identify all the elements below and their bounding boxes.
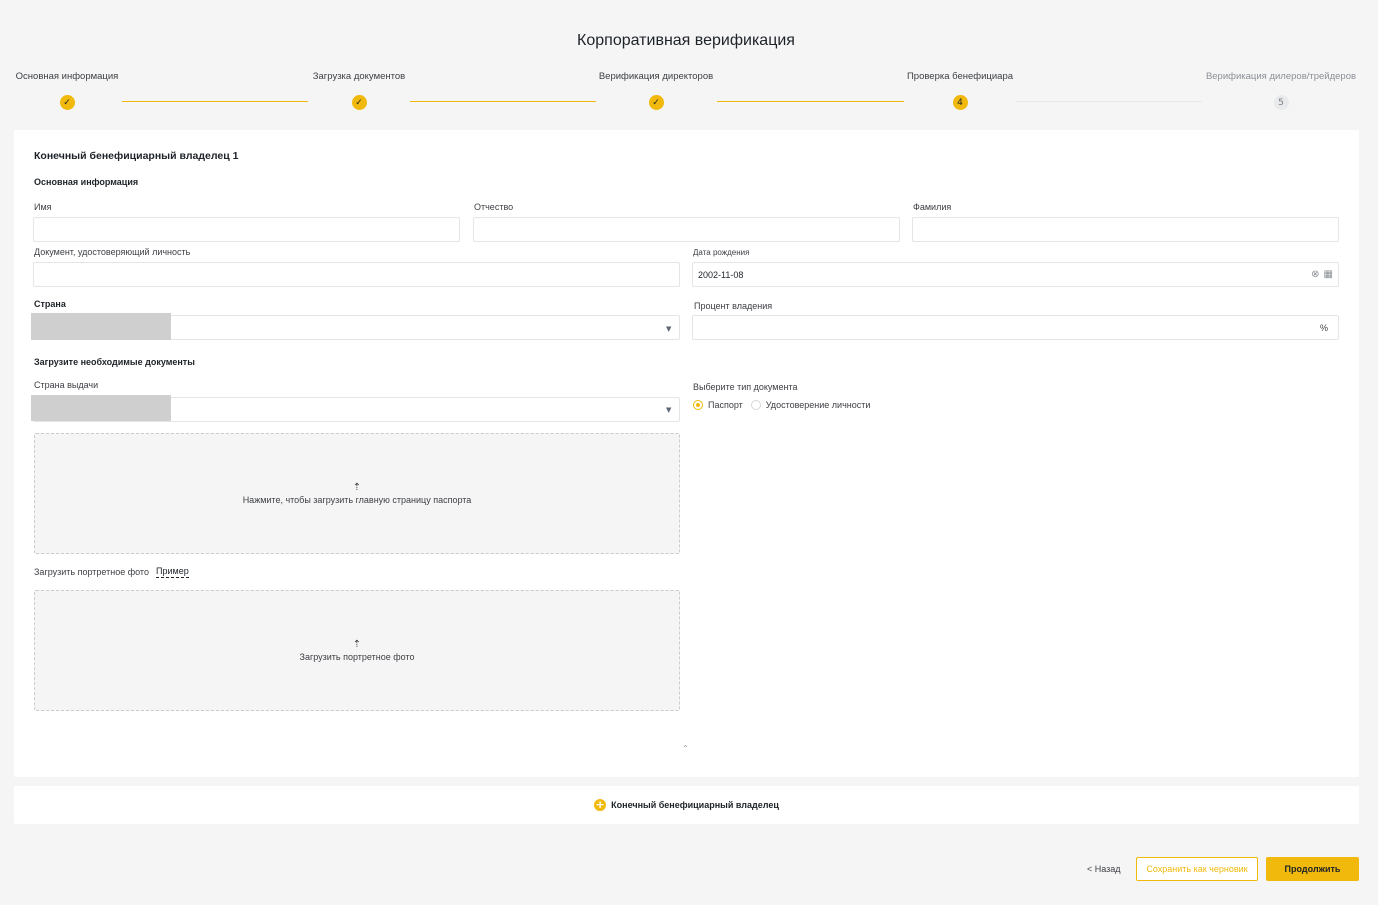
first-name-input[interactable] xyxy=(33,217,460,242)
patronymic-input[interactable] xyxy=(473,217,900,242)
patronymic-label: Отчество xyxy=(474,202,514,212)
step-directors-verification[interactable]: Верификация директоров ✓ xyxy=(556,71,756,110)
birth-date-picker[interactable]: 2002-11-08 ⊗ ▦ xyxy=(692,262,1339,287)
ownership-label: Процент владения xyxy=(694,301,773,311)
step-label: Загрузка документов xyxy=(312,71,406,82)
id-document-input[interactable] xyxy=(33,262,680,287)
issue-country-label: Страна выдачи xyxy=(34,380,99,390)
owner-title: Конечный бенефициарный владелец 1 xyxy=(34,150,239,162)
portrait-upload-text: Загрузить портретное фото xyxy=(299,651,415,662)
percent-suffix: % xyxy=(1319,322,1328,333)
redacted-area xyxy=(31,395,171,421)
portrait-label: Загрузить портретное фото xyxy=(34,567,149,577)
clear-icon[interactable]: ⊗ xyxy=(1311,269,1319,280)
step-label: Верификация дилеров/трейдеров xyxy=(1205,71,1357,82)
step-number-badge: 5 xyxy=(1273,95,1289,110)
passport-upload-text: Нажмите, чтобы загрузить главную страниц… xyxy=(242,494,472,505)
documents-title: Загрузите необходимые документы xyxy=(34,357,195,367)
doc-type-label: Выберите тип документа xyxy=(693,382,798,392)
back-button[interactable]: < Назад xyxy=(1087,864,1121,874)
check-icon: ✓ xyxy=(351,95,367,110)
add-owner-label: Конечный бенефициарный владелец xyxy=(611,800,779,810)
country-label: Страна xyxy=(34,299,66,309)
step-number-badge: 4 xyxy=(952,95,968,110)
continue-button[interactable]: Продолжить xyxy=(1266,857,1359,881)
doc-type-passport-option[interactable]: Паспорт xyxy=(693,400,743,410)
add-owner-button[interactable]: + Конечный бенефициарный владелец xyxy=(14,786,1359,824)
id-document-label: Документ, удостоверяющий личность xyxy=(34,247,191,257)
first-name-label: Имя xyxy=(34,202,52,212)
step-basic-info[interactable]: Основная информация ✓ xyxy=(0,71,167,110)
radio-checked-icon[interactable] xyxy=(693,400,703,410)
step-label: Верификация директоров xyxy=(598,71,714,82)
redacted-area xyxy=(31,313,171,340)
portrait-example-link[interactable]: Пример xyxy=(156,566,189,578)
last-name-input[interactable] xyxy=(912,217,1339,242)
step-label: Проверка бенефициара xyxy=(906,71,1014,82)
last-name-label: Фамилия xyxy=(913,202,952,212)
radio-unchecked-icon[interactable] xyxy=(750,400,761,410)
birth-date-label: Дата рождения xyxy=(693,248,750,257)
collapse-icon[interactable]: ⌃ xyxy=(682,744,689,753)
birth-date-value: 2002-11-08 xyxy=(698,269,744,280)
check-icon: ✓ xyxy=(59,95,75,110)
check-icon: ✓ xyxy=(648,95,664,110)
step-beneficiary-check[interactable]: Проверка бенефициара 4 xyxy=(860,71,1060,110)
step-documents-upload[interactable]: Загрузка документов ✓ xyxy=(259,71,459,110)
upload-icon: ⇡ xyxy=(352,481,362,493)
portrait-upload-area[interactable]: ⇡ Загрузить портретное фото xyxy=(34,590,680,711)
calendar-icon[interactable]: ▦ xyxy=(1324,269,1333,280)
upload-icon: ⇡ xyxy=(352,638,362,650)
save-draft-button[interactable]: Сохранить как черновик xyxy=(1136,857,1258,881)
doc-type-radio-group: Паспорт Удостоверение личности xyxy=(693,400,878,410)
dropdown-arrow-icon[interactable]: ▼ xyxy=(666,325,671,333)
add-icon: + xyxy=(594,798,607,811)
page-title: Корпоративная верификация xyxy=(577,32,795,49)
radio-label: Паспорт xyxy=(708,400,743,410)
step-connector xyxy=(1016,101,1202,102)
step-dealers-verification[interactable]: Верификация дилеров/трейдеров 5 xyxy=(1181,71,1378,110)
dropdown-arrow-icon[interactable]: ▼ xyxy=(666,406,671,414)
doc-type-id-card-option[interactable]: Удостоверение личности xyxy=(750,400,871,410)
beneficial-owner-card: Конечный бенефициарный владелец 1 Основн… xyxy=(14,130,1359,777)
step-label: Основная информация xyxy=(15,71,119,82)
passport-upload-area[interactable]: ⇡ Нажмите, чтобы загрузить главную стран… xyxy=(34,433,680,554)
ownership-input[interactable]: % xyxy=(692,315,1339,340)
basic-info-title: Основная информация xyxy=(34,177,139,187)
radio-label: Удостоверение личности xyxy=(765,400,871,410)
